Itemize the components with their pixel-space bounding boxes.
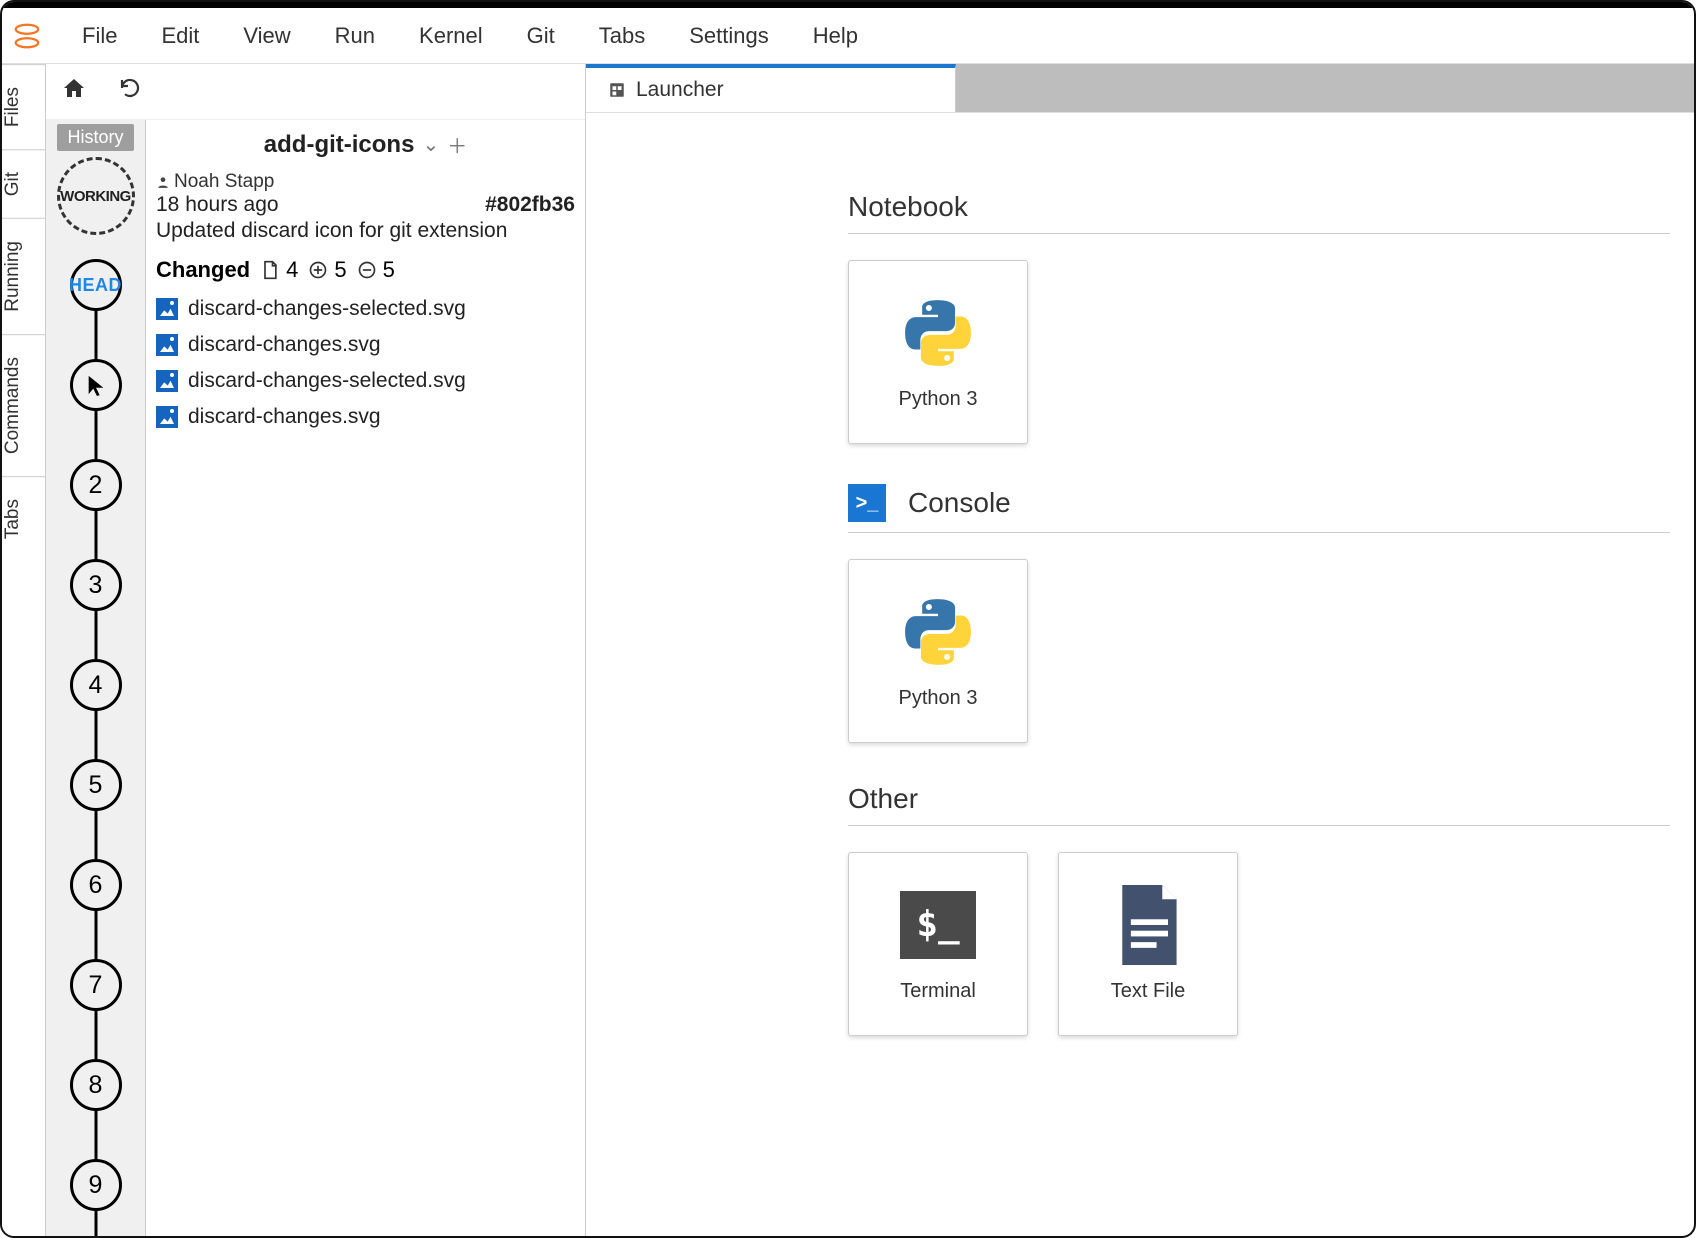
commit-time: 18 hours ago bbox=[156, 193, 279, 217]
sidebar-tab-commands[interactable]: Commands bbox=[2, 334, 45, 476]
author-name: Noah Stapp bbox=[174, 171, 274, 193]
console-icon: >_ bbox=[848, 484, 886, 522]
commit-node-4[interactable]: 4 bbox=[70, 659, 122, 711]
menu-file[interactable]: File bbox=[60, 23, 139, 49]
commit-hash: #802fb36 bbox=[485, 193, 575, 217]
sidebar-tab-files[interactable]: Files bbox=[2, 64, 45, 149]
section-title: Notebook bbox=[848, 191, 968, 223]
menu-settings[interactable]: Settings bbox=[667, 23, 791, 49]
files-changed-stat: 4 bbox=[260, 257, 298, 283]
commit-node-3[interactable]: 3 bbox=[70, 559, 122, 611]
git-graph-column: History WORKING HEAD 2 3 4 5 6 7 8 9 bbox=[46, 120, 146, 1236]
image-file-icon bbox=[156, 406, 178, 428]
main-area: Launcher Notebook Python 3 >_ Console bbox=[586, 64, 1694, 1236]
textfile-icon bbox=[1108, 886, 1188, 964]
terminal-card[interactable]: $_ Terminal bbox=[848, 852, 1028, 1036]
branch-dropdown-icon[interactable]: ⌄ bbox=[422, 132, 439, 157]
python-icon bbox=[898, 294, 978, 372]
card-label: Text File bbox=[1111, 980, 1185, 1003]
notebook-python3-card[interactable]: Python 3 bbox=[848, 260, 1028, 444]
image-file-icon bbox=[156, 370, 178, 392]
commit-node-7[interactable]: 7 bbox=[70, 959, 122, 1011]
file-name: discard-changes-selected.svg bbox=[188, 369, 466, 393]
sidebar-tab-running[interactable]: Running bbox=[2, 218, 45, 334]
python-icon bbox=[898, 593, 978, 671]
sidebar-tab-git[interactable]: Git bbox=[2, 149, 45, 218]
menu-help[interactable]: Help bbox=[791, 23, 880, 49]
changed-file[interactable]: discard-changes.svg bbox=[156, 399, 575, 435]
commit-node-8[interactable]: 8 bbox=[70, 1059, 122, 1111]
commit-node-5[interactable]: 5 bbox=[70, 759, 122, 811]
menu-git[interactable]: Git bbox=[505, 23, 577, 49]
console-python3-card[interactable]: Python 3 bbox=[848, 559, 1028, 743]
section-title: Console bbox=[908, 487, 1011, 519]
deletions-stat: 5 bbox=[357, 257, 395, 283]
card-label: Terminal bbox=[900, 980, 976, 1003]
tab-label: Launcher bbox=[636, 78, 724, 102]
changed-file[interactable]: discard-changes-selected.svg bbox=[156, 291, 575, 327]
terminal-icon: $_ bbox=[898, 886, 978, 964]
section-title: Other bbox=[848, 783, 918, 815]
changed-stats: Changed 4 5 5 bbox=[146, 243, 585, 291]
menu-view[interactable]: View bbox=[221, 23, 312, 49]
left-sidebar-tabs: Files Git Running Commands Tabs bbox=[2, 64, 46, 1236]
changed-file[interactable]: discard-changes.svg bbox=[156, 327, 575, 363]
textfile-card[interactable]: Text File bbox=[1058, 852, 1238, 1036]
image-file-icon bbox=[156, 298, 178, 320]
commit-node-cursor[interactable] bbox=[70, 359, 122, 411]
git-panel: History WORKING HEAD 2 3 4 5 6 7 8 9 bbox=[46, 64, 586, 1236]
commit-author: Noah Stapp bbox=[156, 171, 575, 193]
main-tabs: Launcher bbox=[586, 64, 1694, 112]
additions-stat: 5 bbox=[308, 257, 346, 283]
history-label: History bbox=[57, 124, 133, 151]
commit-node-2[interactable]: 2 bbox=[70, 459, 122, 511]
file-name: discard-changes.svg bbox=[188, 405, 381, 429]
sidebar-tab-tabs[interactable]: Tabs bbox=[2, 476, 45, 561]
changed-file[interactable]: discard-changes-selected.svg bbox=[156, 363, 575, 399]
commit-node-6[interactable]: 6 bbox=[70, 859, 122, 911]
head-node[interactable]: HEAD bbox=[70, 259, 122, 311]
menu-kernel[interactable]: Kernel bbox=[397, 23, 505, 49]
commit-node-9[interactable]: 9 bbox=[70, 1159, 122, 1211]
refresh-icon[interactable] bbox=[102, 76, 158, 107]
card-label: Python 3 bbox=[899, 388, 978, 411]
file-name: discard-changes-selected.svg bbox=[188, 297, 466, 321]
commit-message: Updated discard icon for git extension bbox=[156, 219, 575, 243]
menu-edit[interactable]: Edit bbox=[139, 23, 221, 49]
menubar: File Edit View Run Kernel Git Tabs Setti… bbox=[2, 8, 1694, 64]
jupyter-logo-icon bbox=[12, 21, 42, 51]
launcher-tab[interactable]: Launcher bbox=[586, 64, 956, 112]
menu-tabs[interactable]: Tabs bbox=[577, 23, 667, 49]
new-branch-icon[interactable]: ＋ bbox=[447, 130, 467, 159]
file-name: discard-changes.svg bbox=[188, 333, 381, 357]
menu-run[interactable]: Run bbox=[313, 23, 397, 49]
image-file-icon bbox=[156, 334, 178, 356]
branch-name: add-git-icons bbox=[264, 131, 415, 159]
working-node[interactable]: WORKING bbox=[57, 157, 135, 235]
launcher-icon bbox=[608, 81, 626, 99]
changed-label: Changed bbox=[156, 257, 250, 283]
home-icon[interactable] bbox=[46, 76, 102, 107]
card-label: Python 3 bbox=[899, 687, 978, 710]
